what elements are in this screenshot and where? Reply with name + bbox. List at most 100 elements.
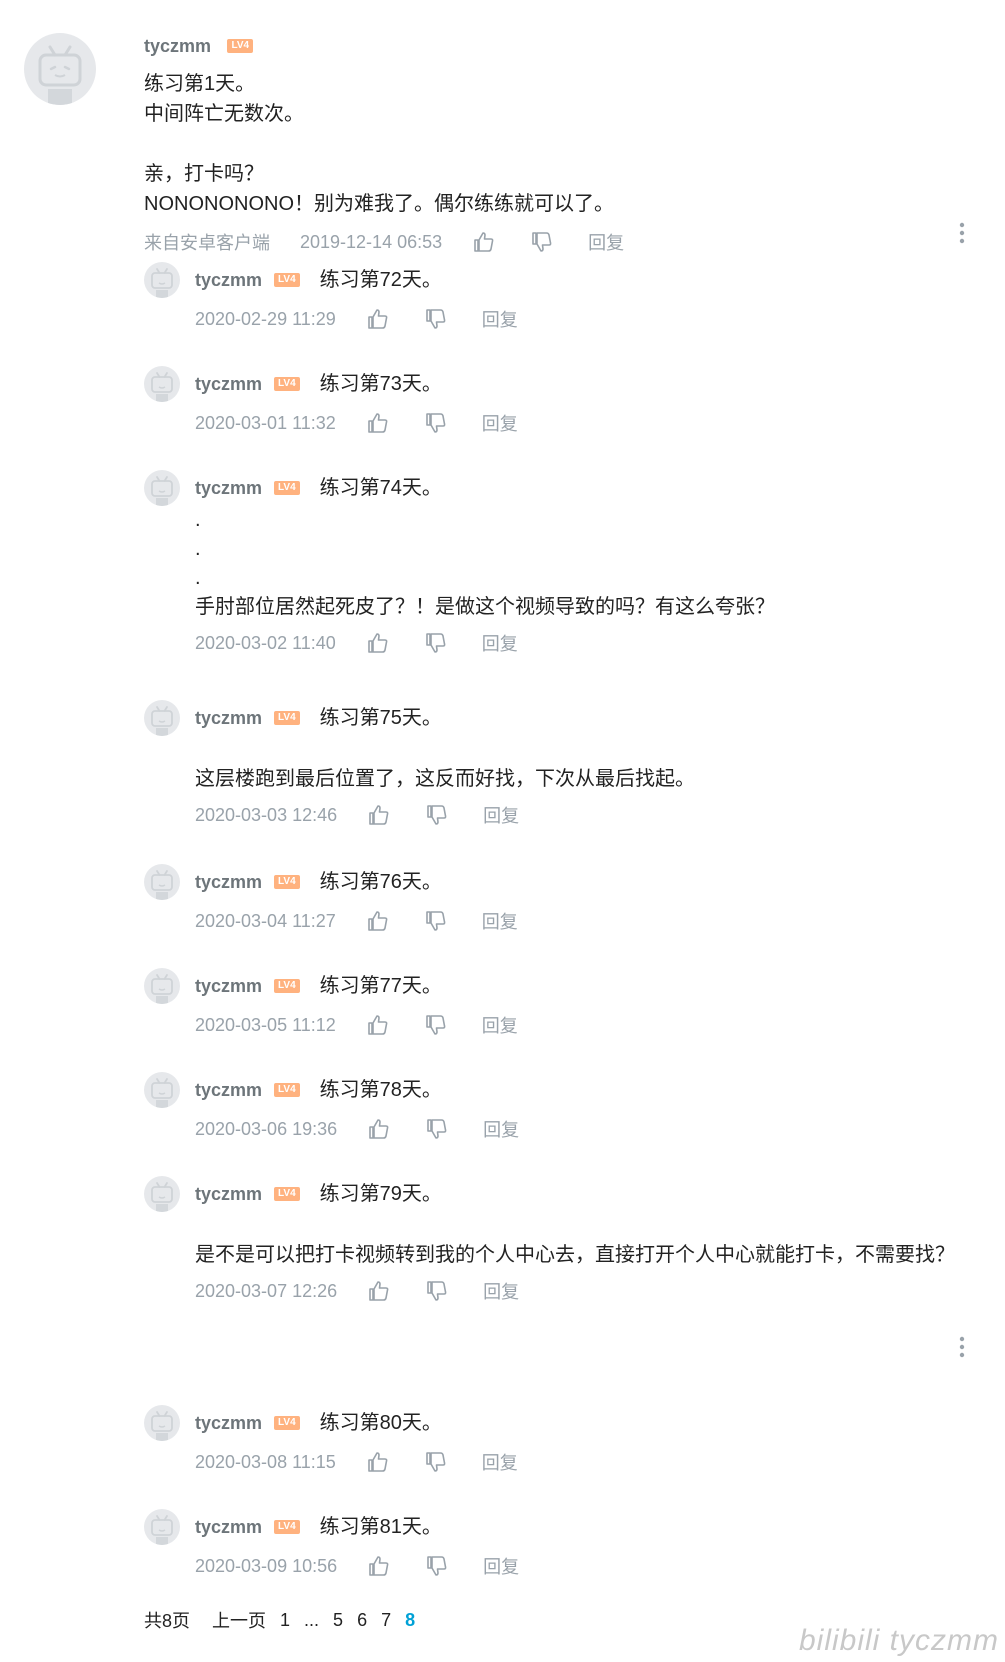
reply-button[interactable]: 回复 — [482, 630, 518, 656]
timestamp: 2020-03-09 10:56 — [195, 1555, 338, 1576]
page-link[interactable]: 1 — [280, 1610, 290, 1631]
username[interactable]: tyczmm — [195, 270, 262, 290]
reply-text: 练习第81天。 — [319, 1516, 442, 1538]
user-avatar[interactable] — [144, 968, 180, 1004]
dislike-icon[interactable] — [425, 1554, 449, 1578]
like-icon[interactable] — [472, 230, 496, 254]
level-badge: LV4 — [274, 710, 300, 725]
reply-text: 练习第73天。 — [319, 373, 442, 395]
level-badge: LV4 — [274, 1186, 300, 1201]
dislike-icon[interactable] — [424, 909, 448, 933]
like-icon[interactable] — [366, 411, 390, 435]
dislike-icon[interactable] — [424, 1450, 448, 1474]
like-icon[interactable] — [366, 1450, 390, 1474]
timestamp: 2020-03-08 11:15 — [195, 1451, 336, 1472]
user-avatar[interactable] — [144, 1405, 180, 1441]
dislike-icon[interactable] — [530, 230, 554, 254]
reply-item: tyczmm LV4 练习第74天。 . . . 手肘部位居然起死皮了？！是做这个视频… — [144, 470, 964, 658]
username[interactable]: tyczmm — [195, 872, 262, 892]
user-avatar[interactable] — [144, 1176, 180, 1212]
tv-icon — [38, 45, 82, 105]
reply-button[interactable]: 回复 — [482, 1449, 518, 1475]
timestamp: 2019-12-14 06:53 — [300, 231, 443, 252]
username[interactable]: tyczmm — [195, 1517, 262, 1537]
reply-meta: 2020-03-02 11:40 回复 — [144, 628, 964, 658]
username[interactable]: tyczmm — [144, 36, 211, 56]
timestamp: 2020-03-01 11:32 — [195, 412, 336, 433]
reply-text-continued: 是不是可以把打卡视频转到我的个人中心去，直接打开个人中心就能打卡，不需要找？ — [195, 1244, 955, 1266]
comment-meta: 来自安卓客户端 2019-12-14 06:53 回复 — [144, 227, 964, 257]
more-options-icon[interactable] — [959, 1336, 965, 1358]
level-badge: LV4 — [274, 272, 300, 287]
like-icon[interactable] — [366, 909, 390, 933]
like-icon[interactable] — [366, 307, 390, 331]
reply-button[interactable]: 回复 — [483, 1278, 519, 1304]
dislike-icon[interactable] — [425, 1117, 449, 1141]
reply-meta: 2020-03-03 12:46 回复 — [144, 800, 964, 830]
user-avatar[interactable] — [144, 864, 180, 900]
user-avatar[interactable] — [144, 262, 180, 298]
username[interactable]: tyczmm — [195, 478, 262, 498]
reply-text: 练习第72天。 — [319, 269, 442, 291]
reply-text: 练习第78天。 — [319, 1079, 442, 1101]
like-icon[interactable] — [367, 1554, 391, 1578]
username[interactable]: tyczmm — [195, 1413, 262, 1433]
username[interactable]: tyczmm — [195, 1184, 262, 1204]
prev-page-button[interactable]: 上一页 — [212, 1607, 266, 1633]
reply-button[interactable]: 回复 — [482, 908, 518, 934]
reply-meta: 2020-02-29 11:29 回复 — [144, 304, 964, 334]
user-avatar[interactable] — [144, 1072, 180, 1108]
current-page[interactable]: 8 — [405, 1610, 415, 1631]
page-link[interactable]: 6 — [357, 1610, 367, 1631]
reply-button[interactable]: 回复 — [482, 1012, 518, 1038]
reply-item: tyczmm LV4 练习第77天。 2020-03-05 11:12 回复 — [144, 968, 964, 1040]
tv-icon — [151, 1411, 173, 1441]
dislike-icon[interactable] — [425, 1279, 449, 1303]
comment-text: 练习第1天。 中间阵亡无数次。 亲，打卡吗？ NONONONONO！别为难我了。… — [144, 73, 614, 215]
level-badge: LV4 — [274, 874, 300, 889]
user-avatar[interactable] — [144, 700, 180, 736]
reply-item: tyczmm LV4 练习第73天。 2020-03-01 11:32 回复 — [144, 366, 964, 438]
timestamp: 2020-03-07 12:26 — [195, 1280, 338, 1301]
user-avatar[interactable] — [144, 470, 180, 506]
page-link[interactable]: 7 — [381, 1610, 391, 1631]
reply-text: 练习第74天。 — [319, 477, 442, 499]
dislike-icon[interactable] — [424, 307, 448, 331]
timestamp: 2020-03-05 11:12 — [195, 1014, 336, 1035]
reply-text: 练习第75天。 — [319, 707, 442, 729]
username[interactable]: tyczmm — [195, 708, 262, 728]
reply-button[interactable]: 回复 — [482, 410, 518, 436]
user-avatar[interactable] — [24, 33, 96, 105]
reply-text: 练习第80天。 — [319, 1412, 442, 1434]
username[interactable]: tyczmm — [195, 976, 262, 996]
reply-button[interactable]: 回复 — [483, 802, 519, 828]
user-avatar[interactable] — [144, 366, 180, 402]
reply-text-continued: 这层楼跑到最后位置了，这反而好找，下次从最后找起。 — [195, 768, 695, 790]
tv-icon — [151, 268, 173, 298]
username[interactable]: tyczmm — [195, 374, 262, 394]
reply-button[interactable]: 回复 — [483, 1116, 519, 1142]
tv-icon — [151, 1078, 173, 1108]
like-icon[interactable] — [366, 1013, 390, 1037]
like-icon[interactable] — [367, 1279, 391, 1303]
user-avatar[interactable] — [144, 1509, 180, 1545]
like-icon[interactable] — [367, 1117, 391, 1141]
tv-icon — [151, 476, 173, 506]
timestamp: 2020-02-29 11:29 — [195, 308, 336, 329]
username[interactable]: tyczmm — [195, 1080, 262, 1100]
like-icon[interactable] — [367, 803, 391, 827]
reply-item: tyczmm LV4 练习第72天。 2020-02-29 11:29 回复 — [144, 262, 964, 334]
page-link[interactable]: 5 — [333, 1610, 343, 1631]
like-icon[interactable] — [366, 631, 390, 655]
tv-icon — [151, 870, 173, 900]
reply-button[interactable]: 回复 — [588, 229, 624, 255]
more-options-icon[interactable] — [959, 222, 965, 244]
dislike-icon[interactable] — [424, 631, 448, 655]
level-badge: LV4 — [274, 480, 300, 495]
reply-button[interactable]: 回复 — [483, 1553, 519, 1579]
dislike-icon[interactable] — [424, 1013, 448, 1037]
dislike-icon[interactable] — [424, 411, 448, 435]
reply-button[interactable]: 回复 — [482, 306, 518, 332]
reply-item: tyczmm LV4 练习第78天。 2020-03-06 19:36 回复 — [144, 1072, 964, 1144]
dislike-icon[interactable] — [425, 803, 449, 827]
